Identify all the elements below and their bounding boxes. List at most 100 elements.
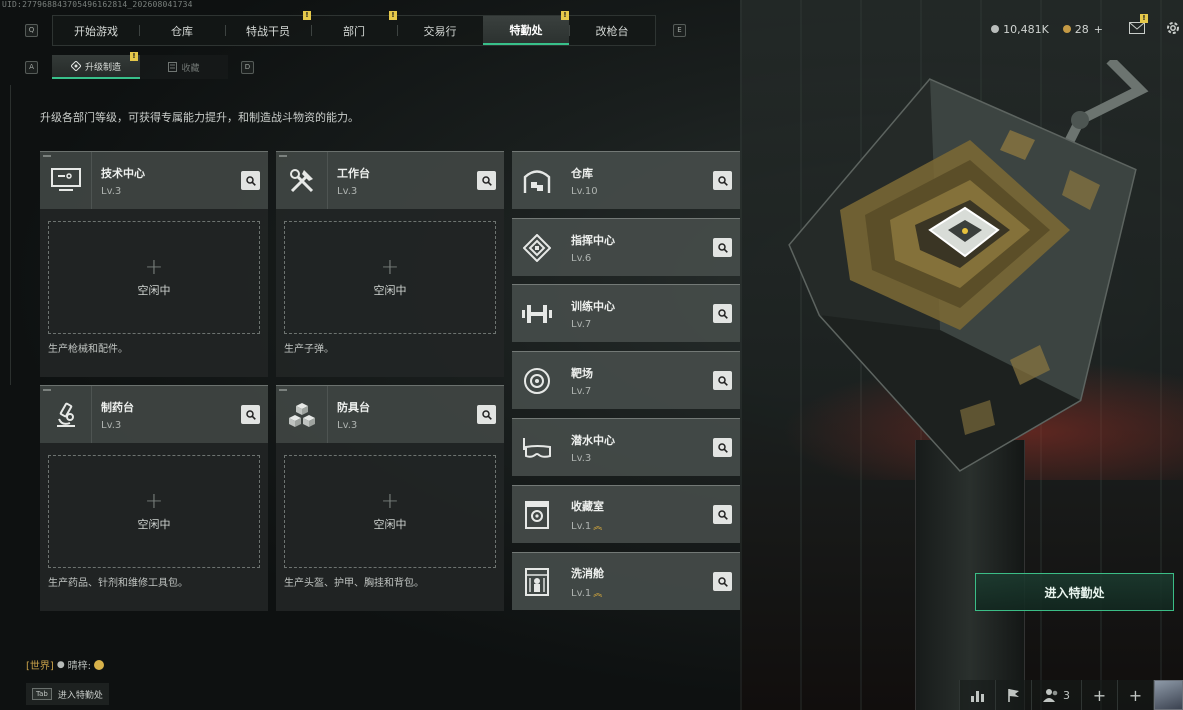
collection-icon [512, 487, 562, 544]
tab-trading[interactable]: 交易行 [397, 16, 483, 45]
avatar [1154, 680, 1183, 710]
notification-badge: ! [561, 11, 569, 20]
plus-icon: + [380, 488, 400, 514]
tab-label: 升级制造 [84, 62, 121, 73]
tab-collection[interactable]: 收藏 [140, 55, 228, 79]
search-icon [717, 442, 728, 453]
add-slot-button[interactable]: + [1081, 680, 1117, 710]
search-button[interactable] [477, 171, 496, 190]
production-slot[interactable]: + 空闲中 [48, 221, 260, 334]
station-panel-tech-center: + 空闲中 生产枪械和配件。 [40, 209, 268, 377]
nav-next-key-hint[interactable]: E [673, 24, 686, 37]
search-button[interactable] [477, 405, 496, 424]
chat-channel: [世界] [26, 661, 54, 672]
station-card-armor-bench[interactable]: 防具台 Lv.3 [276, 385, 504, 443]
station-card-workbench[interactable]: 工作台 Lv.3 [276, 151, 504, 209]
page-description: 升级各部门等级，可获得专属能力提升，和制造战斗物资的能力。 [40, 111, 359, 124]
level-up-arrow-icon: ︽ [593, 522, 603, 532]
search-button[interactable] [713, 505, 732, 524]
search-button[interactable] [713, 171, 732, 190]
search-icon [481, 175, 492, 186]
tab-label: 部门 [343, 24, 365, 38]
production-slot[interactable]: + 空闲中 [48, 455, 260, 568]
station-name: 技术中心 [101, 166, 145, 180]
stats-button[interactable] [959, 680, 995, 710]
tab-key-icon: Tab [32, 688, 52, 700]
tab-key-hint[interactable]: Tab 进入特勤处 [26, 683, 109, 705]
mail-button[interactable]: ! [1129, 13, 1148, 37]
add-currency-button[interactable]: + [1094, 23, 1103, 36]
search-icon [245, 409, 256, 420]
search-button[interactable] [241, 405, 260, 424]
subnav-next-key-hint[interactable]: D [241, 61, 254, 74]
team-button[interactable]: 3 [1031, 680, 1081, 710]
tab-gunsmith[interactable]: 改枪台 [569, 16, 655, 45]
station-card-tech-center[interactable]: 技术中心 Lv.3 [40, 151, 268, 209]
dept-name: 训练中心 [571, 300, 615, 313]
dept-card-decon-chamber[interactable]: 洗消舱 Lv.1 ︽ [512, 552, 740, 610]
dept-level: Lv.1 [571, 521, 592, 532]
station-level: Lv.3 [337, 419, 358, 431]
station-level: Lv.3 [337, 185, 358, 197]
decon-icon [512, 554, 562, 611]
slot-status: 空闲中 [137, 517, 171, 531]
search-button[interactable] [713, 238, 732, 257]
tab-department[interactable]: 部门 ! [311, 11, 397, 45]
sub-tab-bar: 升级制造 ! 收藏 [52, 52, 228, 79]
tools-icon [276, 152, 328, 209]
flag-icon [1007, 689, 1019, 702]
subnav-prev-key-hint[interactable]: A [25, 61, 38, 74]
notification-badge: ! [130, 52, 138, 61]
search-button[interactable] [713, 572, 732, 591]
dept-card-diving-center[interactable]: 潜水中心 Lv.3 [512, 418, 740, 476]
search-button[interactable] [713, 304, 732, 323]
dept-card-shooting-range[interactable]: 靶场 Lv.7 [512, 351, 740, 409]
ticket-icon [1062, 25, 1071, 33]
tab-label: 特勤处 [509, 23, 543, 37]
chat-preview[interactable]: [世界] ● 晴梓: [26, 657, 105, 672]
production-slot[interactable]: + 空闲中 [284, 221, 496, 334]
add-slot-button[interactable]: + [1117, 680, 1153, 710]
notification-badge: ! [389, 11, 397, 20]
tab-upgrade-craft[interactable]: 升级制造 ! [52, 52, 140, 79]
coin-icon [991, 25, 1000, 33]
plus-icon: + [1128, 685, 1143, 705]
search-icon [717, 308, 728, 319]
search-button[interactable] [241, 171, 260, 190]
flag-button[interactable] [995, 680, 1031, 710]
enter-special-ops-button[interactable]: 进入特勤处 [975, 573, 1174, 611]
production-slot[interactable]: + 空闲中 [284, 455, 496, 568]
dept-card-warehouse[interactable]: 仓库 Lv.10 [512, 151, 740, 209]
dept-card-training-center[interactable]: 训练中心 Lv.7 [512, 284, 740, 342]
search-button[interactable] [713, 438, 732, 457]
search-button[interactable] [713, 371, 732, 390]
tab-key-label: 进入特勤处 [57, 690, 103, 701]
station-level: Lv.3 [101, 419, 122, 431]
tab-label: 仓库 [171, 24, 193, 38]
uid-label: UID:277968843705496162814_202608041734 [2, 0, 193, 9]
gear-icon [1167, 21, 1179, 34]
upgrade-icon [70, 61, 81, 71]
profile-button[interactable] [1153, 680, 1183, 710]
dept-card-collection-room[interactable]: 收藏室 Lv.1 ︽ [512, 485, 740, 543]
tab-warehouse[interactable]: 仓库 [139, 16, 225, 45]
coin-amount: 10,481K [1003, 22, 1049, 36]
tab-operators[interactable]: 特战干员 ! [225, 11, 311, 45]
dept-level: Lv.7 [571, 319, 592, 330]
station-name: 防具台 [337, 400, 370, 414]
tab-start-game[interactable]: 开始游戏 [53, 16, 139, 45]
diving-mask-icon [512, 420, 562, 477]
dept-card-command-center[interactable]: 指挥中心 Lv.6 [512, 218, 740, 276]
dept-level: Lv.10 [571, 186, 598, 197]
tab-special-ops[interactable]: 特勤处 ! [483, 11, 569, 45]
collection-tab-icon [168, 62, 178, 72]
nav-prev-key-hint[interactable]: Q [25, 24, 38, 37]
search-icon [717, 242, 728, 253]
chat-user-icon: ● [56, 659, 65, 670]
cube-artifact-image [788, 60, 1149, 472]
level-up-arrow-icon: ︽ [593, 589, 603, 599]
resource-bar: 10,481K 28 + ! [991, 13, 1183, 39]
station-card-pharmacy[interactable]: 制药台 Lv.3 [40, 385, 268, 443]
dept-name: 潜水中心 [571, 434, 615, 447]
settings-button[interactable] [1165, 20, 1181, 39]
